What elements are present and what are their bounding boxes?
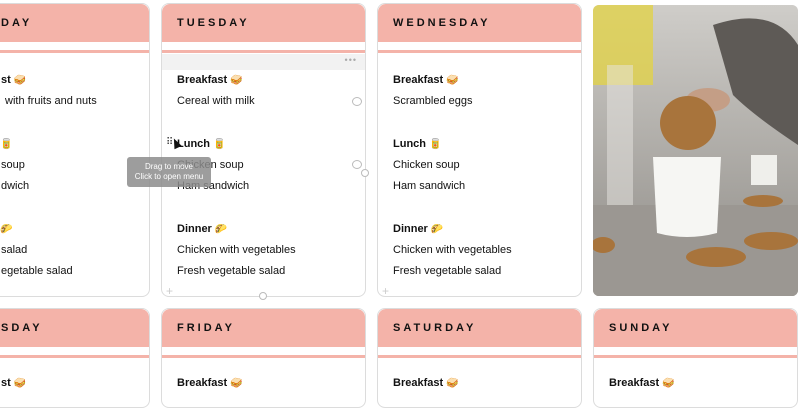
- resize-handle[interactable]: [361, 169, 369, 177]
- tooltip-line: Click to open menu: [134, 172, 204, 181]
- meal-title-dinner: 🌮: [0, 223, 12, 235]
- day-title: TUESDAY: [177, 17, 250, 29]
- meal-item: Scrambled eggs: [393, 95, 473, 107]
- meal-item: Cereal with milk: [177, 95, 255, 107]
- taco-icon: 🌮: [214, 224, 228, 235]
- can-icon: 🥫: [213, 139, 226, 150]
- card-tuesday[interactable]: TUESDAY ••• Breakfast 🥪 Cereal with milk …: [161, 3, 366, 297]
- card-saturday: SATURDAY Breakfast 🥪: [377, 308, 582, 408]
- tooltip-line: Drag to move: [144, 162, 194, 171]
- sandwich-icon: 🥪: [446, 75, 459, 86]
- meal-item: Fresh vegetable salad: [177, 265, 286, 277]
- meal-title-breakfast: Breakfast 🥪: [393, 74, 459, 86]
- sandwich-icon: 🥪: [230, 75, 243, 86]
- meal-title-lunch: Lunch 🥫: [177, 138, 226, 150]
- card-wednesday: WEDNESDAY Breakfast 🥪 Scrambled eggs Lunc…: [377, 3, 582, 297]
- sandwich-icon: 🥪: [662, 378, 675, 389]
- sandwich-icon: 🥪: [13, 75, 27, 86]
- card-header: TUESDAY: [162, 4, 365, 53]
- meal-item: Chicken soup: [393, 159, 460, 171]
- day-title: SDAY: [1, 322, 43, 334]
- meal-title-breakfast: Breakfast 🥪: [393, 377, 459, 389]
- meal-item: Ham sandwich: [393, 180, 466, 192]
- meal-title-breakfast: Breakfast 🥪: [609, 377, 675, 389]
- resize-handle[interactable]: [259, 292, 267, 300]
- meal-item: soup: [1, 159, 25, 171]
- card-monday: DAY st 🥪 with fruits and nuts 🥫 soup dwic…: [0, 3, 150, 297]
- card-header: SATURDAY: [378, 309, 581, 358]
- taco-icon: 🌮: [430, 224, 444, 235]
- photo-image: [593, 5, 798, 296]
- meal-item: Fresh vegetable salad: [393, 265, 502, 277]
- add-block-icon[interactable]: +: [166, 284, 173, 296]
- block-hover-bar: [162, 54, 365, 70]
- card-friday: FRIDAY Breakfast 🥪: [161, 308, 366, 408]
- day-title: WEDNESDAY: [393, 17, 491, 29]
- day-title: FRIDAY: [177, 322, 235, 334]
- meal-item: Chicken with vegetables: [177, 244, 296, 256]
- card-header: WEDNESDAY: [378, 4, 581, 53]
- meal-item: Chicken with vegetables: [393, 244, 512, 256]
- meal-item: salad: [1, 244, 28, 256]
- sandwich-icon: 🥪: [13, 378, 27, 389]
- can-icon: 🥫: [0, 139, 13, 150]
- more-options-icon[interactable]: •••: [345, 55, 357, 65]
- card-thursday: SDAY st 🥪: [0, 308, 150, 408]
- card-header: SDAY: [0, 309, 149, 358]
- sandwich-icon: 🥪: [230, 378, 243, 389]
- meal-title-breakfast: st 🥪: [1, 74, 27, 86]
- sandwich-icon: 🥪: [446, 378, 459, 389]
- meal-title-lunch: Lunch 🥫: [393, 138, 442, 150]
- card-header: FRIDAY: [162, 309, 365, 358]
- meal-item: with fruits and nuts: [5, 95, 97, 107]
- comment-icon[interactable]: [352, 160, 362, 169]
- cookies-milk-photo: [593, 5, 798, 296]
- can-icon: 🥫: [429, 139, 442, 150]
- day-title: SATURDAY: [393, 322, 477, 334]
- meal-title-breakfast: Breakfast 🥪: [177, 74, 243, 86]
- meal-title-breakfast: Breakfast 🥪: [177, 377, 243, 389]
- meal-title-dinner: Dinner 🌮: [393, 223, 444, 235]
- card-sunday: SUNDAY Breakfast 🥪: [593, 308, 798, 408]
- meal-title-lunch: 🥫: [0, 138, 12, 150]
- taco-icon: 🌮: [0, 224, 13, 235]
- day-title: SUNDAY: [609, 322, 673, 334]
- meal-title-dinner: Dinner 🌮: [177, 223, 228, 235]
- meal-item: dwich: [1, 180, 30, 192]
- day-title: DAY: [1, 17, 33, 29]
- card-header: SUNDAY: [594, 309, 797, 358]
- meal-item: egetable salad: [1, 265, 73, 277]
- comment-icon[interactable]: [352, 97, 362, 106]
- drag-tooltip: Drag to move Click to open menu: [127, 157, 211, 187]
- add-block-icon[interactable]: +: [382, 284, 389, 296]
- card-header: DAY: [0, 4, 149, 53]
- meal-title-breakfast: st 🥪: [1, 377, 27, 389]
